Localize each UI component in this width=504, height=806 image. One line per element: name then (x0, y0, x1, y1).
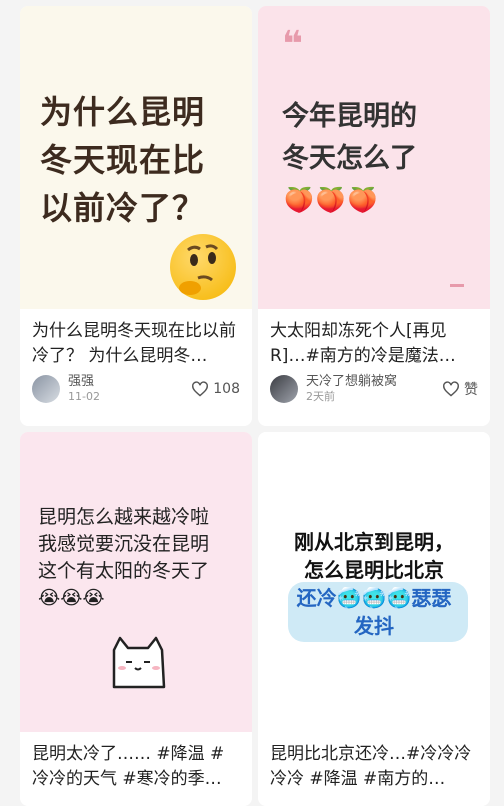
note-title[interactable]: 大太阳却冻死个人[再见R]…#南方的冷是魔法… (258, 319, 490, 369)
note-card[interactable]: ❝ 今年昆明的 冬天怎么了 🍑🍑🍑 大太阳却冻死个人[再见R]…#南方的冷是魔法… (258, 6, 490, 426)
note-title[interactable]: 昆明比北京还冷…#冷冷冷冷冷 #降温 #南方的… (258, 742, 490, 792)
cover-text: 今年昆明的 冬天怎么了 (282, 101, 417, 174)
heart-icon (192, 381, 209, 397)
peach-emoji-icons: 🍑🍑🍑 (284, 186, 380, 214)
author-avatar[interactable] (32, 375, 60, 403)
like-count: 赞 (464, 382, 478, 398)
author-name[interactable]: 强强 (68, 375, 100, 388)
cat-icon (112, 636, 166, 689)
post-date: 2天前 (306, 390, 335, 403)
cover-text: 为什么昆明 冬天现在比 以前冷了？ (40, 93, 206, 227)
post-date: 11-02 (68, 390, 100, 403)
like-count: 108 (213, 381, 240, 397)
heart-icon (443, 381, 459, 397)
note-card[interactable]: 昆明怎么越来越冷啦 我感觉要沉没在昆明 这个有太阳的冬天了 😭😭😭 昆明太冷了…… (20, 432, 252, 806)
note-title[interactable]: 为什么昆明冬天现在比以前冷了？ 为什么昆明冬… (20, 319, 252, 369)
like-button[interactable]: 108 (191, 381, 240, 397)
crying-face-icons: 😭😭😭 (38, 587, 105, 609)
author-avatar[interactable] (270, 375, 298, 403)
cover-text: 刚从北京到昆明， 怎么昆明比北京 还冷🥶🥶🥶瑟瑟 发抖 (294, 530, 454, 638)
like-button[interactable]: 赞 (442, 379, 478, 399)
note-card[interactable]: 为什么昆明 冬天现在比 以前冷了？ 为什么昆明冬天现在比以前冷了？ 为什么昆明冬… (20, 6, 252, 426)
author-name[interactable]: 天冷了想躺被窝 (306, 375, 397, 388)
decorative-dash (450, 284, 464, 287)
note-cover[interactable]: 刚从北京到昆明， 怎么昆明比北京 还冷🥶🥶🥶瑟瑟 发抖 (258, 432, 490, 732)
quote-icon: ❝ (282, 24, 304, 65)
note-cover[interactable]: ❝ 今年昆明的 冬天怎么了 🍑🍑🍑 (258, 6, 490, 309)
note-cover[interactable]: 昆明怎么越来越冷啦 我感觉要沉没在昆明 这个有太阳的冬天了 😭😭😭 (20, 432, 252, 732)
thinking-face-icon (170, 234, 236, 300)
note-title[interactable]: 昆明太冷了…… #降温 #冷冷的天气 #寒冷的季… (20, 742, 252, 792)
note-cover[interactable]: 为什么昆明 冬天现在比 以前冷了？ (20, 6, 252, 309)
cover-text: 昆明怎么越来越冷啦 我感觉要沉没在昆明 这个有太阳的冬天了 😭😭😭 (38, 504, 209, 612)
note-card[interactable]: 刚从北京到昆明， 怎么昆明比北京 还冷🥶🥶🥶瑟瑟 发抖 昆明比北京还冷…#冷冷冷… (258, 432, 490, 806)
